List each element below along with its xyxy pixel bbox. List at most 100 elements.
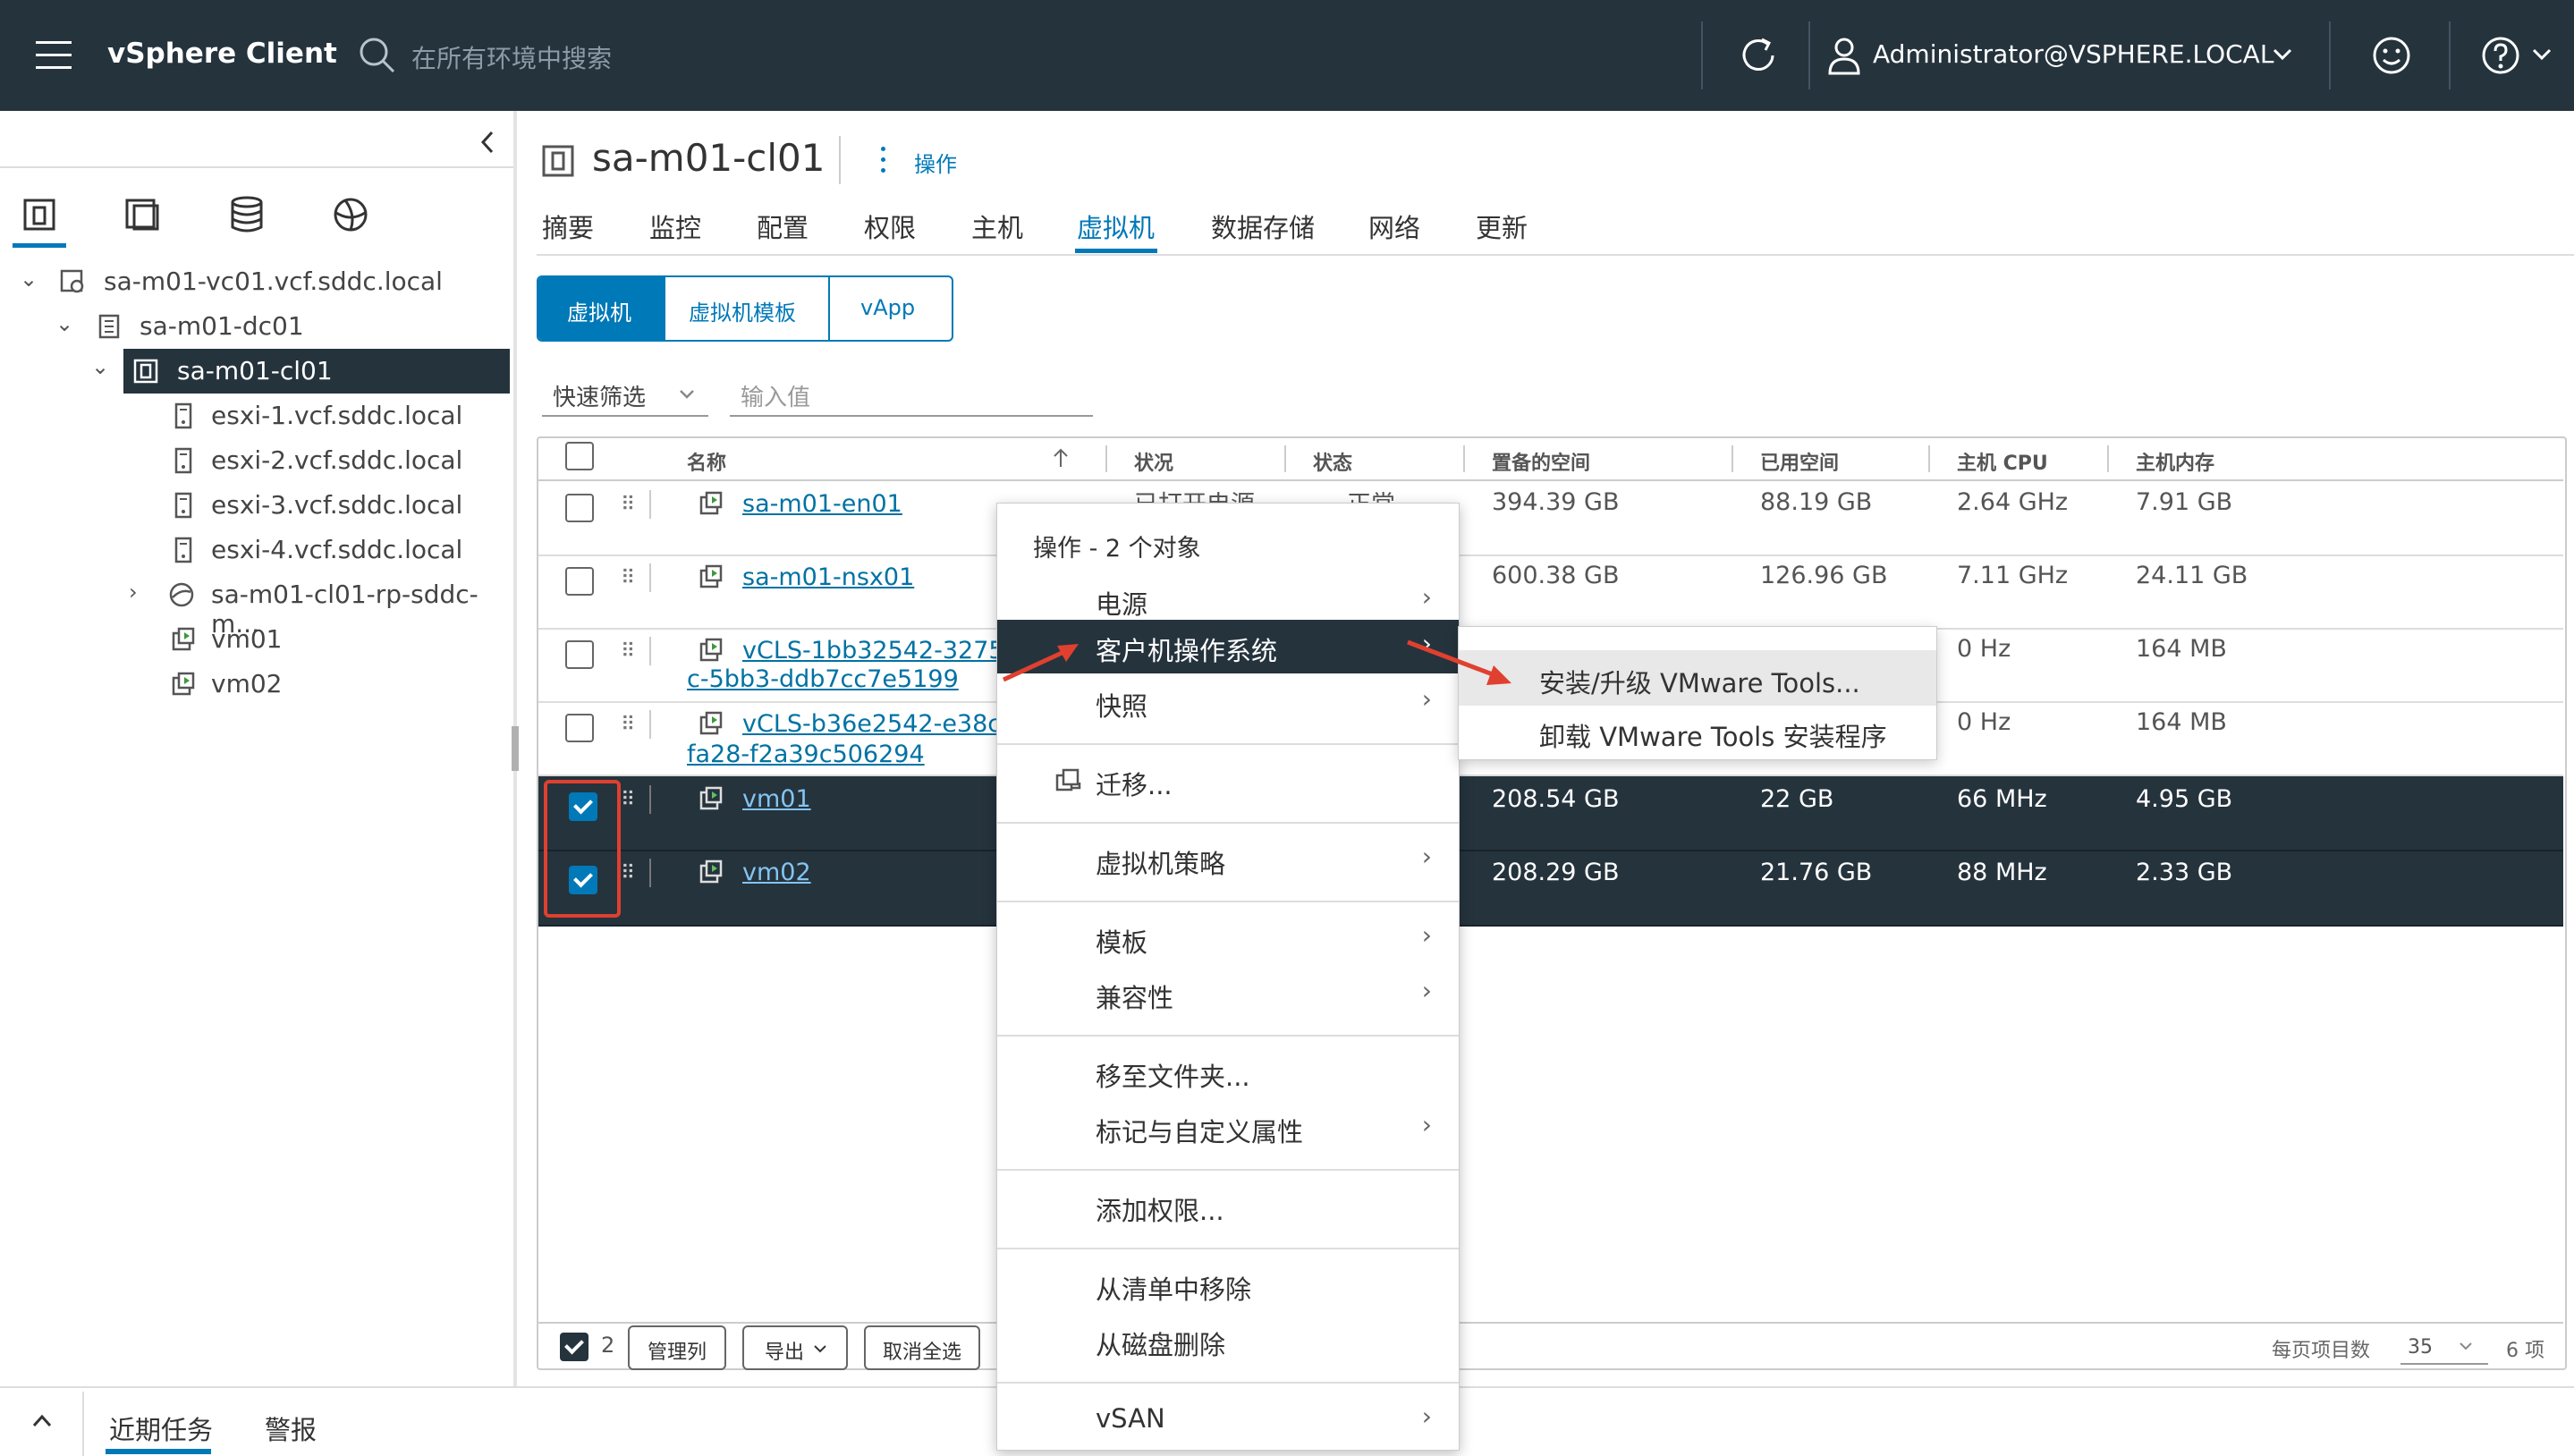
tab-recent-tasks[interactable]: 近期任务 xyxy=(109,1409,213,1447)
tree-item-resource-pool[interactable]: › sa-m01-cl01-rp-sddc-m... xyxy=(0,572,515,639)
drag-handle-icon[interactable]: ⠿ xyxy=(621,494,635,516)
expand-panel-icon[interactable] xyxy=(30,1411,54,1431)
chevron-down-icon[interactable] xyxy=(2272,43,2293,64)
menu-item-power[interactable]: 电源 › xyxy=(997,573,1459,627)
tree-item-vm[interactable]: vm01 xyxy=(0,617,515,662)
chevron-down-icon[interactable]: ⌄ xyxy=(91,354,109,379)
drag-handle-icon[interactable]: ⠿ xyxy=(621,714,635,736)
row-checkbox[interactable] xyxy=(565,494,594,522)
column-header-used[interactable]: 已用空间 xyxy=(1760,447,1839,476)
splitter-handle[interactable] xyxy=(512,726,519,771)
subtab-vms[interactable]: 虚拟机 xyxy=(538,277,665,340)
drag-handle-icon[interactable]: ⠿ xyxy=(621,862,635,885)
deselect-all-button[interactable]: 取消全选 xyxy=(864,1325,980,1370)
menu-item-template[interactable]: 模板 › xyxy=(997,911,1459,965)
tree-item-host[interactable]: esxi-2.vcf.sddc.local xyxy=(0,438,515,483)
tab-alarms[interactable]: 警报 xyxy=(265,1409,317,1447)
tree-item-cluster[interactable]: sa-m01-cl01 xyxy=(123,349,510,394)
row-checkbox[interactable] xyxy=(565,567,594,596)
tab-permissions[interactable]: 权限 xyxy=(864,207,916,245)
vm-name-link[interactable]: vCLS-1bb32542-3275- xyxy=(742,637,1012,665)
export-button[interactable]: 导出 xyxy=(742,1325,848,1370)
feedback-smiley-icon[interactable] xyxy=(2370,34,2413,77)
chevron-down-icon[interactable]: ⌄ xyxy=(20,267,38,292)
per-page-select[interactable]: 35 xyxy=(2400,1327,2488,1365)
vm-name-link-continued[interactable]: c-5bb3-ddb7cc7e5199 xyxy=(687,665,959,693)
tab-updates[interactable]: 更新 xyxy=(1476,207,1528,245)
menu-item-add-permission[interactable]: 添加权限... xyxy=(997,1180,1459,1233)
tab-summary[interactable]: 摘要 xyxy=(542,207,594,245)
column-header-provisioned[interactable]: 置备的空间 xyxy=(1492,447,1590,476)
column-header-status[interactable]: 状况 xyxy=(1134,447,1173,476)
menu-item-vm-policies[interactable]: 虚拟机策略 › xyxy=(997,833,1459,886)
vm-name-link[interactable]: vm01 xyxy=(742,785,811,813)
user-menu[interactable]: Administrator@VSPHERE.LOCAL xyxy=(1873,39,2273,69)
hosts-clusters-view-icon[interactable] xyxy=(18,195,61,234)
menu-item-install-vmware-tools[interactable]: 安装/升级 VMware Tools... xyxy=(1459,650,1936,706)
vm-name-link[interactable]: sa-m01-en01 xyxy=(742,490,902,518)
menu-item-remove-from-inventory[interactable]: 从清单中移除 xyxy=(997,1258,1459,1312)
help-icon[interactable] xyxy=(2479,34,2522,77)
filter-value-input[interactable]: 输入值 xyxy=(730,374,1093,417)
quick-filter-select[interactable]: 快速筛选 xyxy=(542,374,708,417)
row-checkbox[interactable] xyxy=(565,714,594,742)
menu-item-tags-attributes[interactable]: 标记与自定义属性 › xyxy=(997,1101,1459,1155)
drag-handle-icon[interactable]: ⠿ xyxy=(621,789,635,811)
tree-item-datacenter[interactable]: ⌄ sa-m01-dc01 xyxy=(0,304,515,349)
column-header-state[interactable]: 状态 xyxy=(1313,447,1352,476)
refresh-icon[interactable] xyxy=(1737,34,1780,77)
actions-link[interactable]: 操作 xyxy=(914,147,957,178)
tab-datastores[interactable]: 数据存储 xyxy=(1211,207,1315,245)
user-icon[interactable] xyxy=(1826,36,1862,75)
subtab-vm-templates[interactable]: 虚拟机模板 xyxy=(665,277,830,340)
vm-name-link-continued[interactable]: fa28-f2a39c506294 xyxy=(687,741,925,768)
tree-item-host[interactable]: esxi-3.vcf.sddc.local xyxy=(0,483,515,528)
vm-name-link[interactable]: sa-m01-nsx01 xyxy=(742,563,914,591)
tab-configure[interactable]: 配置 xyxy=(757,207,809,245)
networking-view-icon[interactable] xyxy=(329,195,372,234)
chevron-down-icon[interactable] xyxy=(2531,43,2553,64)
search-icon[interactable] xyxy=(358,36,397,75)
column-header-host-memory[interactable]: 主机内存 xyxy=(2136,447,2214,476)
menu-item-compatibility[interactable]: 兼容性 › xyxy=(997,967,1459,1020)
vms-templates-view-icon[interactable] xyxy=(122,195,165,234)
row-checkbox[interactable] xyxy=(565,640,594,669)
menu-item-unmount-vmware-tools[interactable]: 卸载 VMware Tools 安装程序 xyxy=(1459,704,1936,759)
chevron-down-icon[interactable]: ⌄ xyxy=(55,311,73,336)
manage-columns-button[interactable]: 管理列 xyxy=(628,1325,726,1370)
select-all-checkbox[interactable] xyxy=(565,442,594,470)
table-row-selected[interactable]: ⠿ vm02 208.29 GB 21.76 GB 88 MHz 2.33 GB xyxy=(538,851,2563,927)
menu-item-move-to-folder[interactable]: 移至文件夹... xyxy=(997,1045,1459,1099)
tree-item-vcenter[interactable]: ⌄ sa-m01-vc01.vcf.sddc.local xyxy=(0,259,515,304)
sort-ascending-icon[interactable] xyxy=(1052,447,1070,469)
tab-monitor[interactable]: 监控 xyxy=(649,207,701,245)
drag-handle-icon[interactable]: ⠿ xyxy=(621,567,635,589)
table-row[interactable]: ⠿ sa-m01-en01 已打开电源 正常 394.39 GB 88.19 G… xyxy=(538,481,2563,556)
more-vertical-icon[interactable] xyxy=(878,143,889,179)
subtab-vapp[interactable]: vApp xyxy=(830,277,952,340)
chevron-right-icon[interactable]: › xyxy=(129,580,138,605)
tree-item-host[interactable]: esxi-4.vcf.sddc.local xyxy=(0,528,515,572)
app-title[interactable]: vSphere Client xyxy=(107,38,337,70)
storage-view-icon[interactable] xyxy=(225,195,268,234)
menu-item-migrate[interactable]: 迁移... xyxy=(997,754,1459,808)
drag-handle-icon[interactable]: ⠿ xyxy=(621,640,635,663)
collapse-sidebar-icon[interactable] xyxy=(476,129,499,156)
menu-icon[interactable] xyxy=(36,41,72,70)
tree-item-host[interactable]: esxi-1.vcf.sddc.local xyxy=(0,394,515,438)
table-row[interactable]: ⠿ sa-m01-nsx01 600.38 GB 126.96 GB 7.11 … xyxy=(538,554,2563,630)
column-header-host-cpu[interactable]: 主机 CPU xyxy=(1957,447,2048,476)
vm-name-link[interactable]: vm02 xyxy=(742,859,811,886)
global-search-input[interactable]: 在所有环境中搜索 xyxy=(411,39,612,75)
table-row-selected[interactable]: ⠿ vm01 208.54 GB 22 GB 66 MHz 4.95 GB xyxy=(538,776,2563,851)
menu-item-vsan[interactable]: vSAN › xyxy=(997,1393,1459,1446)
footer-selection-checkbox[interactable] xyxy=(560,1333,588,1361)
tab-hosts[interactable]: 主机 xyxy=(971,207,1023,245)
tab-vms[interactable]: 虚拟机 xyxy=(1077,207,1155,245)
menu-item-delete-from-disk[interactable]: 从磁盘删除 xyxy=(997,1314,1459,1367)
tab-networks[interactable]: 网络 xyxy=(1368,207,1420,245)
vm-name-link[interactable]: vCLS-b36e2542-e38c xyxy=(742,710,1001,738)
tree-item-vm[interactable]: vm02 xyxy=(0,662,515,707)
column-header-name[interactable]: 名称 xyxy=(687,447,726,476)
context-menu-title: 操作 - 2 个对象 xyxy=(1033,535,1201,563)
